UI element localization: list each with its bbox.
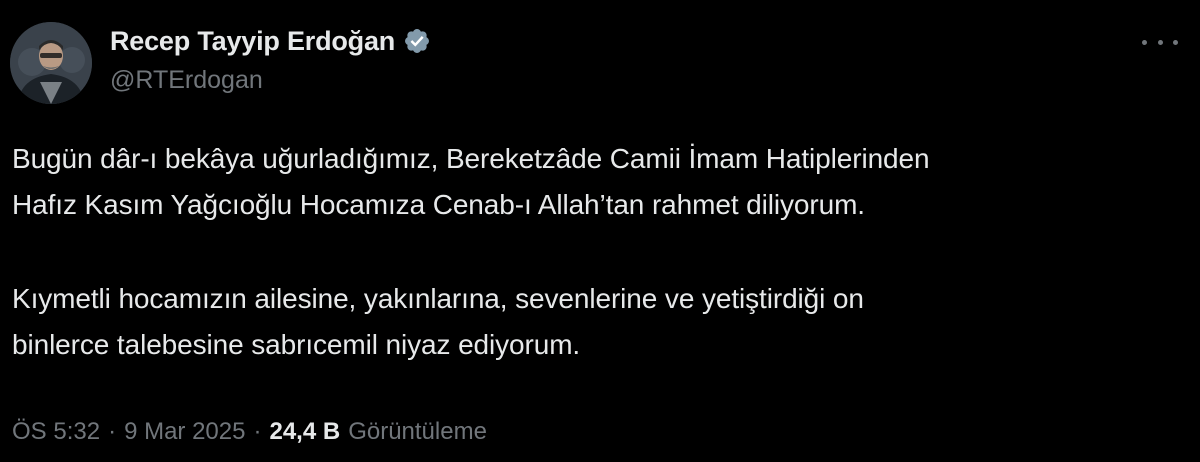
profile-photo (10, 22, 92, 104)
tweet-line: Kıymetli hocamızın ailesine, yakınlarına… (12, 283, 864, 314)
tweet-time[interactable]: ÖS 5:32 (12, 418, 100, 446)
tweet-date[interactable]: 9 Mar 2025 (124, 418, 245, 446)
more-options-icon[interactable] (1142, 30, 1178, 54)
dot-icon (1142, 39, 1147, 45)
tweet-card: Recep Tayyip Erdoğan @RTErdogan Bugün dâ… (0, 0, 1200, 462)
meta-separator: · (253, 418, 262, 445)
author-name-row: Recep Tayyip Erdoğan (110, 22, 431, 60)
tweet-text: Bugün dâr-ı bekâya uğurladığımız, Bereke… (12, 136, 1182, 368)
avatar[interactable] (10, 22, 92, 104)
views-label: Görüntüleme (348, 418, 487, 445)
author-display-name[interactable]: Recep Tayyip Erdoğan (110, 26, 395, 57)
views-count[interactable]: 24,4 B (269, 418, 340, 446)
verified-badge-icon (403, 27, 431, 55)
dot-icon (1173, 39, 1178, 45)
tweet-line: binlerce talebesine sabrıcemil niyaz edi… (12, 329, 581, 360)
tweet-line: Hafız Kasım Yağcıoğlu Hocamıza Cenab-ı A… (12, 189, 865, 220)
tweet-line: Bugün dâr-ı bekâya uğurladığımız, Bereke… (12, 143, 930, 174)
meta-separator: · (108, 418, 117, 445)
dot-icon (1157, 39, 1163, 45)
tweet-meta: ÖS 5:32 · 9 Mar 2025 · 24,4 B Görüntülem… (12, 414, 487, 450)
author-handle[interactable]: @RTErdogan (110, 66, 263, 95)
